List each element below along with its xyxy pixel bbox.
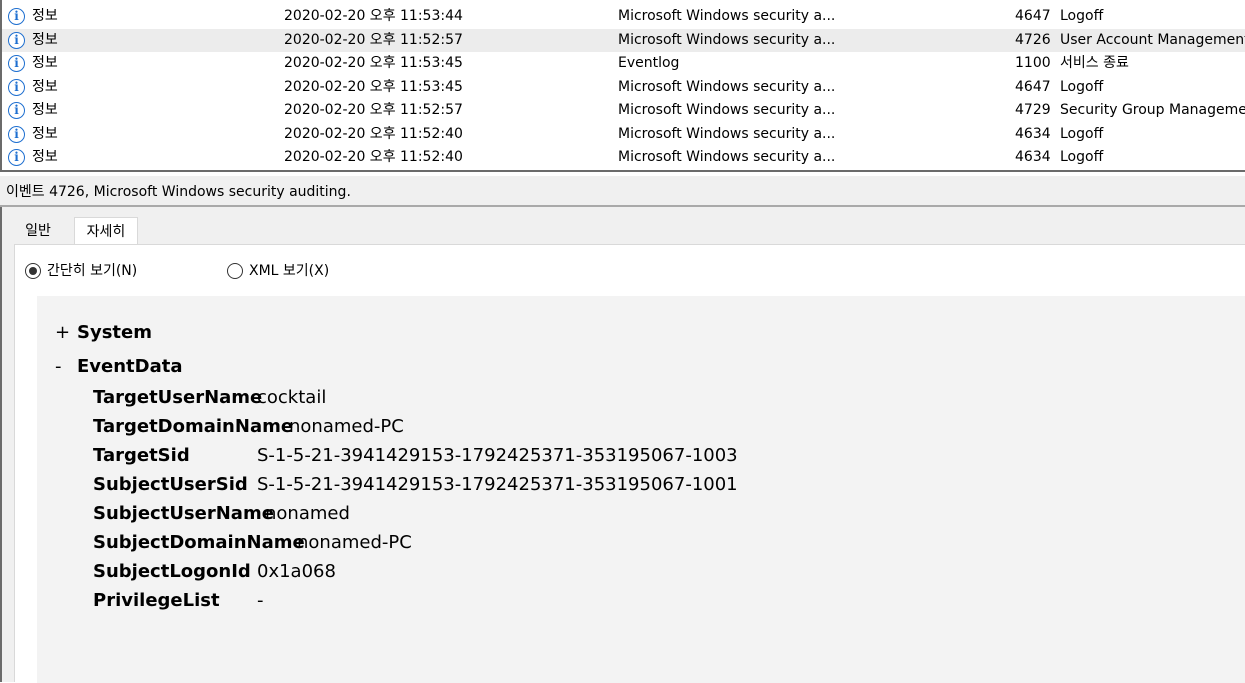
source-cell: Microsoft Windows security a... (618, 126, 836, 142)
field-key: TargetUserName (93, 387, 263, 408)
event-field: SubjectUserName nonamed (93, 500, 350, 528)
radio-unchecked-icon[interactable] (227, 263, 243, 279)
event-field: TargetSid S-1-5-21-3941429153-1792425371-… (93, 442, 738, 470)
field-key: SubjectDomainName (93, 532, 305, 553)
field-value: S-1-5-21-3941429153-1792425371-353195067… (257, 474, 738, 495)
tree-node-system[interactable]: + System (55, 320, 152, 346)
date-cell: 2020-02-20 오후 11:52:57 (284, 102, 463, 118)
event-field: TargetUserName cocktail (93, 384, 326, 412)
field-key: SubjectLogonId (93, 561, 251, 582)
source-cell: Microsoft Windows security a... (618, 32, 836, 48)
node-label: EventData (77, 356, 183, 377)
event-id-cell: 4726 (1015, 32, 1051, 48)
date-cell: 2020-02-20 오후 11:52:40 (284, 149, 463, 165)
field-key: TargetDomainName (93, 416, 294, 437)
info-icon: i (8, 79, 25, 96)
collapse-icon[interactable]: - (55, 354, 77, 380)
task-cell: Security Group Management (1060, 102, 1245, 118)
field-value: cocktail (257, 387, 327, 408)
level-cell: 정보 (32, 126, 58, 142)
list-item[interactable]: i 정보 2020-02-20 오후 11:52:57 Microsoft Wi… (2, 99, 1245, 122)
task-cell: 서비스 종료 (1060, 55, 1129, 71)
radio-checked-icon[interactable] (25, 263, 41, 279)
level-cell: 정보 (32, 149, 58, 165)
task-cell: Logoff (1060, 126, 1104, 142)
task-cell: Logoff (1060, 149, 1104, 165)
event-field: TargetDomainName nonamed-PC (93, 413, 404, 441)
list-item[interactable]: i 정보 2020-02-20 오후 11:53:44 Microsoft Wi… (2, 5, 1245, 28)
info-icon: i (8, 102, 25, 119)
source-cell: Microsoft Windows security a... (618, 149, 836, 165)
field-key: SubjectUserName (93, 503, 274, 524)
field-value: - (257, 590, 264, 611)
info-icon: i (8, 126, 25, 143)
event-field: SubjectUserSid S-1-5-21-3941429153-179242… (93, 471, 738, 499)
field-key: TargetSid (93, 445, 190, 466)
event-id-cell: 4634 (1015, 126, 1051, 142)
event-id-cell: 4647 (1015, 79, 1051, 95)
node-label: System (77, 322, 152, 343)
task-cell: Logoff (1060, 79, 1104, 95)
event-id-cell: 4634 (1015, 149, 1051, 165)
field-value: nonamed-PC (297, 532, 412, 553)
event-data-view: + System - EventData TargetUserName cocktai… (37, 296, 1245, 683)
field-value: 0x1a068 (257, 561, 336, 582)
field-value: nonamed (265, 503, 350, 524)
friendly-view-label: 간단히 보기(N) (47, 263, 138, 279)
event-details-pane: 일반 자세히 간단히 보기(N) XML 보기(X) + System - Even… (0, 207, 1245, 683)
info-icon: i (8, 32, 25, 49)
info-icon: i (8, 8, 25, 25)
tree-node-eventdata[interactable]: - EventData (55, 354, 183, 380)
date-cell: 2020-02-20 오후 11:53:44 (284, 8, 463, 24)
list-divider (2, 168, 1245, 172)
list-item[interactable]: i 정보 2020-02-20 오후 11:53:45 Microsoft Wi… (2, 76, 1245, 99)
tab-details[interactable]: 자세히 (74, 217, 138, 245)
event-field: SubjectLogonId 0x1a068 (93, 558, 336, 586)
level-cell: 정보 (32, 32, 58, 48)
level-cell: 정보 (32, 102, 58, 118)
level-cell: 정보 (32, 55, 58, 71)
level-cell: 정보 (32, 8, 58, 24)
date-cell: 2020-02-20 오후 11:52:40 (284, 126, 463, 142)
event-id-cell: 4729 (1015, 102, 1051, 118)
list-item[interactable]: i 정보 2020-02-20 오후 11:53:45 Eventlog 110… (2, 52, 1245, 75)
level-cell: 정보 (32, 79, 58, 95)
details-tab-content: 간단히 보기(N) XML 보기(X) + System - EventData T… (14, 244, 1245, 683)
field-key: PrivilegeList (93, 590, 220, 611)
date-cell: 2020-02-20 오후 11:53:45 (284, 55, 463, 71)
source-cell: Microsoft Windows security a... (618, 102, 836, 118)
tab-general[interactable]: 일반 (14, 217, 62, 245)
source-cell: Microsoft Windows security a... (618, 8, 836, 24)
task-cell: Logoff (1060, 8, 1104, 24)
date-cell: 2020-02-20 오후 11:53:45 (284, 79, 463, 95)
event-list[interactable]: i 정보 2020-02-20 오후 11:53:44 Microsoft Wi… (0, 0, 1245, 172)
field-value: nonamed-PC (289, 416, 404, 437)
list-item[interactable]: i 정보 2020-02-20 오후 11:52:57 Microsoft Wi… (2, 29, 1245, 52)
event-id-cell: 4647 (1015, 8, 1051, 24)
xml-view-label: XML 보기(X) (249, 263, 330, 279)
date-cell: 2020-02-20 오후 11:52:57 (284, 32, 463, 48)
expand-icon[interactable]: + (55, 320, 77, 346)
event-details-title: 이벤트 4726, Microsoft Windows security aud… (0, 176, 1245, 207)
event-field: PrivilegeList - (93, 587, 264, 615)
event-field: SubjectDomainName nonamed-PC (93, 529, 412, 557)
source-cell: Eventlog (618, 55, 680, 71)
field-key: SubjectUserSid (93, 474, 248, 495)
list-item[interactable]: i 정보 2020-02-20 오후 11:52:40 Microsoft Wi… (2, 146, 1245, 169)
info-icon: i (8, 149, 25, 166)
info-icon: i (8, 55, 25, 72)
source-cell: Microsoft Windows security a... (618, 79, 836, 95)
list-item[interactable]: i 정보 2020-02-20 오후 11:52:40 Microsoft Wi… (2, 123, 1245, 146)
event-id-cell: 1100 (1015, 55, 1051, 71)
task-cell: User Account Management (1060, 32, 1245, 48)
field-value: S-1-5-21-3941429153-1792425371-353195067… (257, 445, 738, 466)
